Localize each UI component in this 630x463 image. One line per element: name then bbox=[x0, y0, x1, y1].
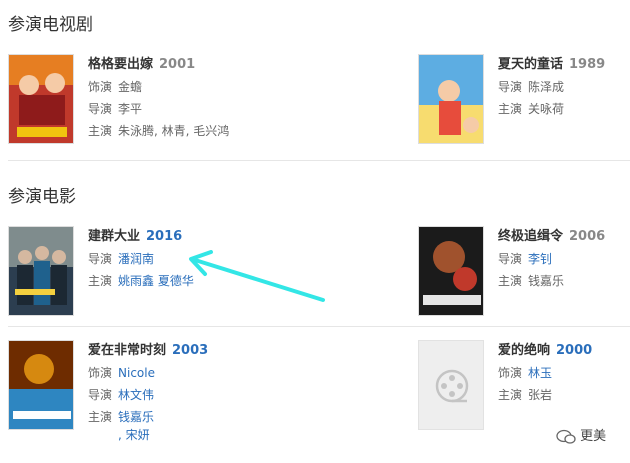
role-link[interactable]: 林玉 bbox=[528, 366, 552, 380]
row-label: 导演 bbox=[88, 102, 113, 116]
poster-image[interactable] bbox=[418, 54, 484, 144]
poster-image[interactable] bbox=[418, 226, 484, 316]
item-year: 2016 bbox=[146, 229, 183, 244]
item-title[interactable]: 爱的绝响 bbox=[498, 343, 550, 358]
cast-link[interactable]: 姚雨鑫 夏德华 bbox=[118, 274, 194, 288]
cast-link[interactable]: 钱嘉乐 bbox=[118, 410, 154, 424]
poster-placeholder[interactable] bbox=[418, 340, 484, 430]
section-divider bbox=[8, 160, 630, 161]
row-label: 导演 bbox=[498, 252, 523, 266]
row-value: 金蟾 bbox=[118, 80, 143, 94]
watermark: 更美 bbox=[556, 425, 606, 445]
wechat-icon bbox=[556, 429, 576, 444]
row-value: 张岩 bbox=[528, 388, 553, 402]
row-label: 主演 bbox=[88, 410, 113, 424]
film-reel-icon bbox=[435, 369, 469, 403]
poster-image[interactable] bbox=[8, 226, 74, 316]
row-label: 饰演 bbox=[88, 80, 113, 94]
row-value: 钱嘉乐 bbox=[528, 274, 565, 288]
row-value: 陈泽成 bbox=[528, 80, 565, 94]
row-label: 导演 bbox=[88, 388, 113, 402]
film-section-title: 参演电影 bbox=[8, 187, 76, 207]
poster-image[interactable] bbox=[8, 54, 74, 144]
director-link[interactable]: 潘润南 bbox=[118, 252, 154, 266]
row-label: 主演 bbox=[498, 102, 523, 116]
row-value: 李平 bbox=[118, 102, 143, 116]
cast-link[interactable]: , 宋妍 bbox=[88, 426, 208, 444]
item-year: 2006 bbox=[569, 229, 606, 244]
poster-image[interactable] bbox=[8, 340, 74, 430]
row-label: 主演 bbox=[498, 274, 523, 288]
row-label: 主演 bbox=[88, 124, 113, 138]
row-label: 主演 bbox=[498, 388, 523, 402]
director-link[interactable]: 林文伟 bbox=[118, 388, 154, 402]
row-label: 导演 bbox=[88, 252, 113, 266]
row-label: 主演 bbox=[88, 274, 113, 288]
item-title[interactable]: 建群大业 bbox=[88, 229, 140, 244]
item-year: 2003 bbox=[172, 343, 209, 358]
item-title[interactable]: 终极追缉令 bbox=[498, 229, 563, 244]
item-title[interactable]: 格格要出嫁 bbox=[88, 57, 153, 72]
item-year: 2001 bbox=[159, 57, 196, 72]
item-year: 1989 bbox=[569, 57, 606, 72]
row-value: 关咏荷 bbox=[528, 102, 565, 116]
tv-section-title: 参演电视剧 bbox=[8, 15, 93, 35]
watermark-text: 更美 bbox=[580, 429, 607, 444]
row-label: 导演 bbox=[498, 80, 523, 94]
item-title[interactable]: 夏天的童话 bbox=[498, 57, 563, 72]
annotation-arrow-icon bbox=[189, 250, 325, 302]
director-link[interactable]: 李钊 bbox=[528, 252, 552, 266]
row-value: 朱泳腾, 林青, 毛兴鸿 bbox=[118, 124, 230, 138]
role-link[interactable]: Nicole bbox=[118, 366, 155, 380]
row-label: 饰演 bbox=[88, 366, 113, 380]
row-label: 饰演 bbox=[498, 366, 523, 380]
row-divider bbox=[8, 326, 630, 327]
item-year: 2000 bbox=[556, 343, 593, 358]
item-title[interactable]: 爱在非常时刻 bbox=[88, 343, 166, 358]
